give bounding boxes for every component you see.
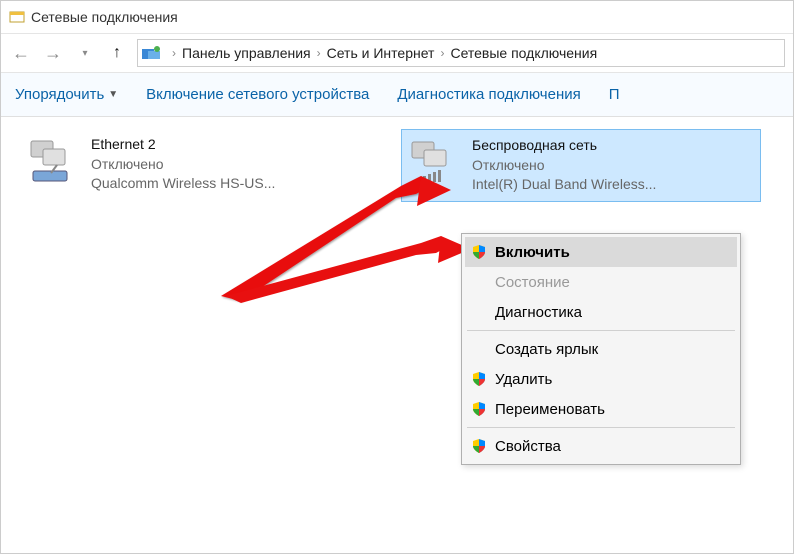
breadcrumb-segment[interactable]: Сеть и Интернет	[327, 45, 435, 61]
menu-rename[interactable]: Переименовать	[465, 394, 737, 424]
annotation-arrow	[226, 231, 466, 316]
adapter-device: Intel(R) Dual Band Wireless...	[472, 175, 656, 195]
breadcrumb-segment[interactable]: Панель управления	[182, 45, 311, 61]
adapter-name: Беспроводная сеть	[472, 136, 656, 156]
menu-label: Диагностика	[495, 304, 582, 321]
nav-up-button[interactable]: ↑	[105, 41, 129, 65]
network-adapter-icon	[27, 135, 81, 189]
chevron-down-icon: ▼	[108, 89, 118, 100]
chevron-right-icon: ›	[172, 46, 176, 60]
shield-icon	[471, 401, 487, 417]
menu-enable[interactable]: Включить	[465, 237, 737, 267]
adapter-item-wireless[interactable]: Беспроводная сеть Отключено Intel(R) Dua…	[401, 129, 761, 202]
breadcrumb-icon	[142, 45, 162, 61]
breadcrumb[interactable]: › Панель управления › Сеть и Интернет › …	[137, 39, 785, 67]
menu-label: Создать ярлык	[495, 341, 598, 358]
menu-label: Состояние	[495, 274, 570, 291]
chevron-right-icon: ›	[317, 46, 321, 60]
window-title: Сетевые подключения	[31, 9, 178, 25]
diagnose-label: Диагностика подключения	[397, 86, 580, 103]
command-bar: Упорядочить ▼ Включение сетевого устройс…	[1, 73, 793, 117]
menu-diagnostics[interactable]: Диагностика	[465, 297, 737, 327]
adapter-name: Ethernet 2	[91, 135, 275, 155]
nav-back-button[interactable]: ←	[9, 41, 33, 65]
toolbar-more[interactable]: П	[609, 86, 620, 103]
menu-label: Удалить	[495, 371, 552, 388]
enable-device-label: Включение сетевого устройства	[146, 86, 369, 103]
nav-forward-button[interactable]: →	[41, 41, 65, 65]
menu-create-shortcut[interactable]: Создать ярлык	[465, 334, 737, 364]
breadcrumb-segment[interactable]: Сетевые подключения	[450, 45, 597, 61]
nav-recent-button[interactable]: ▾	[73, 41, 97, 65]
menu-separator	[467, 330, 735, 331]
menu-status: Состояние	[465, 267, 737, 297]
menu-label: Переименовать	[495, 401, 605, 418]
chevron-right-icon: ›	[440, 46, 444, 60]
organize-label: Упорядочить	[15, 86, 104, 103]
menu-label: Включить	[495, 244, 570, 261]
shield-icon	[471, 438, 487, 454]
menu-properties[interactable]: Свойства	[465, 431, 737, 461]
adapter-status: Отключено	[472, 156, 656, 176]
diagnose-button[interactable]: Диагностика подключения	[397, 86, 580, 103]
title-bar: Сетевые подключения	[1, 1, 793, 33]
toolbar-more-label: П	[609, 86, 620, 103]
menu-delete[interactable]: Удалить	[465, 364, 737, 394]
menu-label: Свойства	[495, 438, 561, 455]
shield-icon	[471, 371, 487, 387]
organize-menu[interactable]: Упорядочить ▼	[15, 86, 118, 103]
window-icon	[9, 9, 25, 25]
context-menu: Включить Состояние Диагностика Создать я…	[461, 233, 741, 465]
adapter-status: Отключено	[91, 155, 275, 175]
adapter-info: Беспроводная сеть Отключено Intel(R) Dua…	[472, 136, 656, 195]
address-bar: ← → ▾ ↑ › Панель управления › Сеть и Инт…	[1, 33, 793, 73]
enable-device-button[interactable]: Включение сетевого устройства	[146, 86, 369, 103]
menu-separator	[467, 427, 735, 428]
shield-icon	[471, 244, 487, 260]
